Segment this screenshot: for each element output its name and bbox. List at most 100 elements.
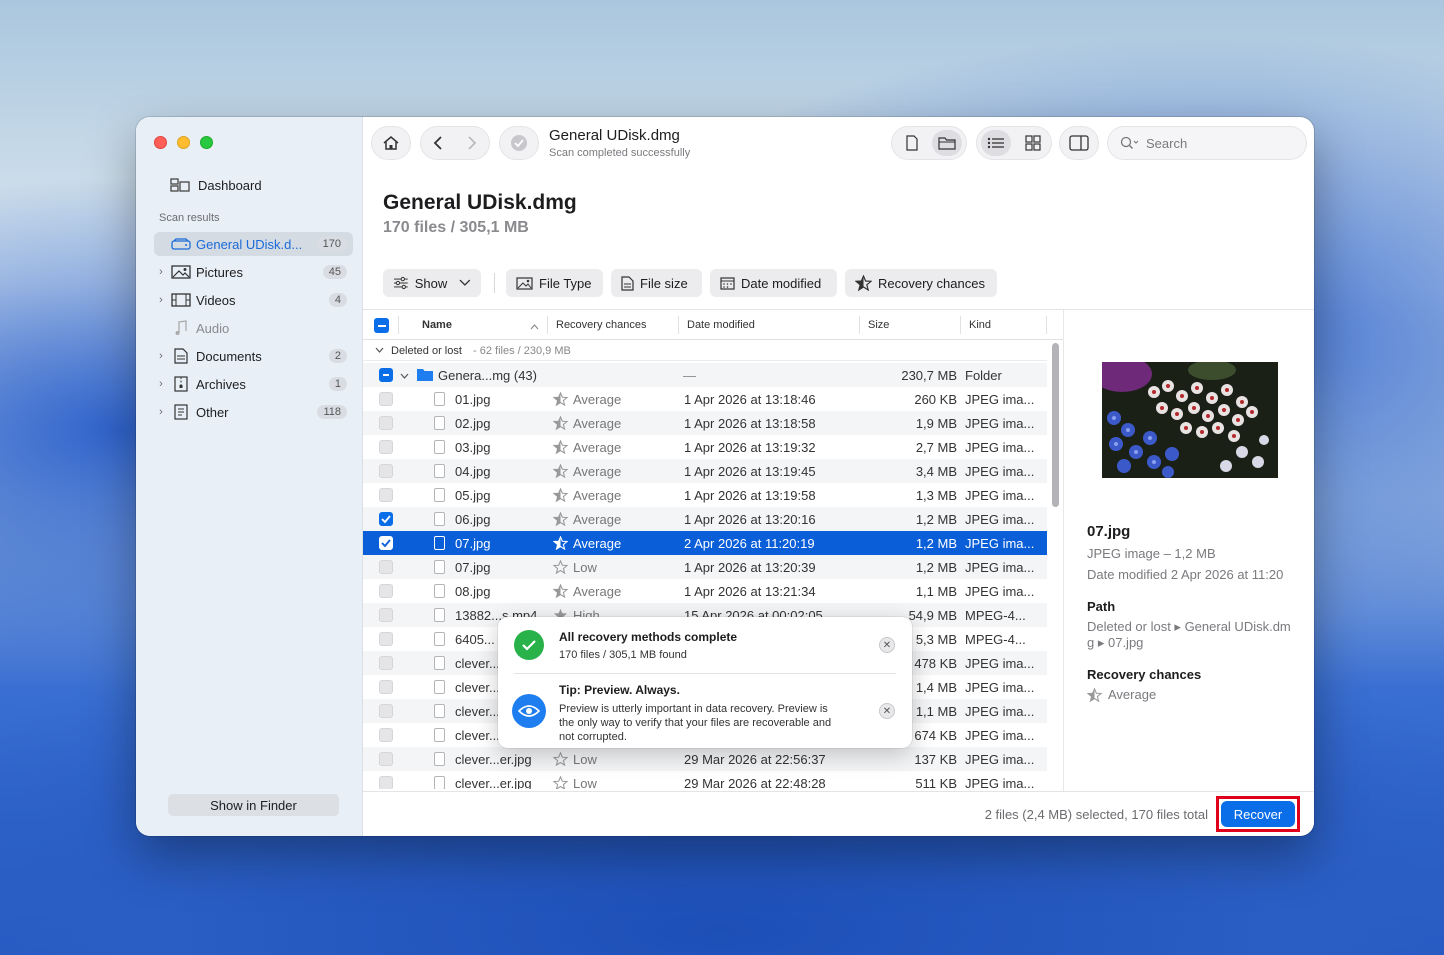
toggle-preview-button[interactable] [1059,126,1099,160]
row-checkbox[interactable] [379,704,393,718]
row-checkbox[interactable] [379,392,393,406]
folder-row[interactable]: Genera...mg (43) — 230,7 MB Folder [363,363,1047,387]
file-date: 1 Apr 2026 at 13:20:16 [684,512,816,527]
table-row[interactable]: clever...er.jpg Low 29 Mar 2026 at 22:48:2… [363,771,1047,789]
tip-close-button[interactable]: ✕ [879,703,895,719]
sort-ascending-icon[interactable] [530,321,539,333]
file-date: 1 Apr 2026 at 13:20:39 [684,560,816,575]
sidebar-item-audio[interactable]: Audio [154,316,353,340]
file-icon [434,680,445,694]
column-recovery-chances[interactable]: Recovery chances [556,319,647,331]
select-all-checkbox[interactable] [374,318,389,333]
table-row[interactable]: 04.jpg Average 1 Apr 2026 at 13:19:45 3,4 M… [363,459,1047,483]
sidebar-item-documents[interactable]: › Documents 2 [154,344,353,368]
table-row[interactable]: 07.jpg Low 1 Apr 2026 at 13:20:39 1,2 MB JPE… [363,555,1047,579]
row-checkbox[interactable] [379,752,393,766]
row-checkbox[interactable] [379,584,393,598]
recovery-star-icon [552,391,569,409]
show-filter-button[interactable]: Show [383,269,481,297]
file-recovery: Average [573,512,622,527]
file-recovery: Average [573,440,622,455]
column-name[interactable]: Name [422,319,452,331]
sidebar-item-other[interactable]: › Other 118 [154,400,353,424]
sidebar-item-archives[interactable]: › Archives 1 [154,372,353,396]
table-row[interactable]: 01.jpg Average 1 Apr 2026 at 13:18:46 260 K… [363,387,1047,411]
close-window-button[interactable] [154,136,167,149]
row-checkbox[interactable] [379,680,393,694]
row-checkbox[interactable] [379,416,393,430]
chevron-down-icon[interactable] [400,367,409,382]
row-checkbox[interactable] [379,608,393,622]
row-checkbox[interactable] [379,536,393,550]
document-icon [621,275,634,291]
tip-line: Preview is utterly important in data rec… [559,703,828,715]
show-in-finder-button[interactable]: Show in Finder [168,794,339,816]
search-placeholder: Search [1146,135,1188,151]
recover-button[interactable]: Recover [1221,801,1295,827]
file-date: 29 Mar 2026 at 22:56:37 [684,752,826,767]
row-checkbox[interactable] [379,512,393,526]
sidebar-item-general-udisk[interactable]: General UDisk.d... 170 [154,232,353,256]
sidebar-item-videos[interactable]: › Videos 4 [154,288,353,312]
row-checkbox[interactable] [379,464,393,478]
file-name: clever... [455,728,500,743]
recovery-chances-filter-button[interactable]: Recovery chances [845,269,997,297]
sidebar-dashboard[interactable]: Dashboard [170,175,262,195]
toast-close-button[interactable]: ✕ [879,637,895,653]
back-button[interactable] [431,135,445,154]
zoom-window-button[interactable] [200,136,213,149]
date-modified-filter-button[interactable]: Date modified [710,269,837,297]
column-kind[interactable]: Kind [969,319,991,331]
file-kind: JPEG ima... [965,560,1035,575]
file-icon [434,584,445,598]
column-size[interactable]: Size [868,319,889,331]
table-row[interactable]: 02.jpg Average 1 Apr 2026 at 13:18:58 1,9 M… [363,411,1047,435]
row-checkbox[interactable] [379,632,393,646]
chevron-right-icon[interactable]: › [154,294,168,306]
file-name: 02.jpg [455,416,491,431]
file-name: 07.jpg [455,560,491,575]
recovery-chances-filter-label: Recovery chances [878,275,985,291]
table-row[interactable]: 07.jpg Average 2 Apr 2026 at 11:20:19 1,2 M… [363,531,1047,555]
chevron-right-icon[interactable]: › [154,406,168,418]
scrollbar-thumb[interactable] [1052,343,1059,507]
files-view-button[interactable] [898,130,926,156]
row-checkbox[interactable] [379,440,393,454]
scan-status-button[interactable] [499,126,539,160]
calendar-icon [720,277,735,290]
search-field[interactable]: Search [1107,126,1307,160]
table-row[interactable]: 08.jpg Average 1 Apr 2026 at 13:21:34 1,1 M… [363,579,1047,603]
folders-view-button[interactable] [932,130,962,156]
table-row[interactable]: 06.jpg Average 1 Apr 2026 at 13:20:16 1,2 M… [363,507,1047,531]
file-size-filter-button[interactable]: File size [611,269,702,297]
list-view-button[interactable] [981,130,1011,156]
group-header-deleted[interactable]: Deleted or lost - 62 files / 230,9 MB [363,341,1047,361]
file-kind: JPEG ima... [965,416,1035,431]
row-checkbox[interactable] [379,488,393,502]
row-checkbox[interactable] [379,656,393,670]
sidebar-item-pictures[interactable]: › Pictures 45 [154,260,353,284]
row-checkbox[interactable] [379,728,393,742]
table-row[interactable]: 05.jpg Average 1 Apr 2026 at 13:19:58 1,3 M… [363,483,1047,507]
table-row[interactable]: clever...er.jpg Low 29 Mar 2026 at 22:56:3… [363,747,1047,771]
table-header: Name Recovery chances Date modified Size… [363,310,1063,340]
row-checkbox[interactable] [379,368,393,382]
scrollbar[interactable] [1051,341,1060,789]
grid-view-button[interactable] [1019,130,1047,156]
chevron-right-icon[interactable]: › [154,266,168,278]
column-date-modified[interactable]: Date modified [687,319,755,331]
chevron-right-icon[interactable]: › [154,378,168,390]
file-size: 260 KB [914,392,957,407]
minimize-window-button[interactable] [177,136,190,149]
table-row[interactable]: 03.jpg Average 1 Apr 2026 at 13:19:32 2,7 M… [363,435,1047,459]
file-icon [434,656,445,670]
document-icon [170,348,192,364]
row-checkbox[interactable] [379,560,393,574]
chevron-down-icon[interactable] [375,344,384,356]
file-type-filter-button[interactable]: File Type [506,269,603,297]
row-checkbox[interactable] [379,776,393,789]
home-button[interactable] [371,126,411,160]
chevron-right-icon[interactable]: › [154,350,168,362]
forward-button[interactable] [465,135,479,154]
recovery-star-icon [552,583,569,601]
